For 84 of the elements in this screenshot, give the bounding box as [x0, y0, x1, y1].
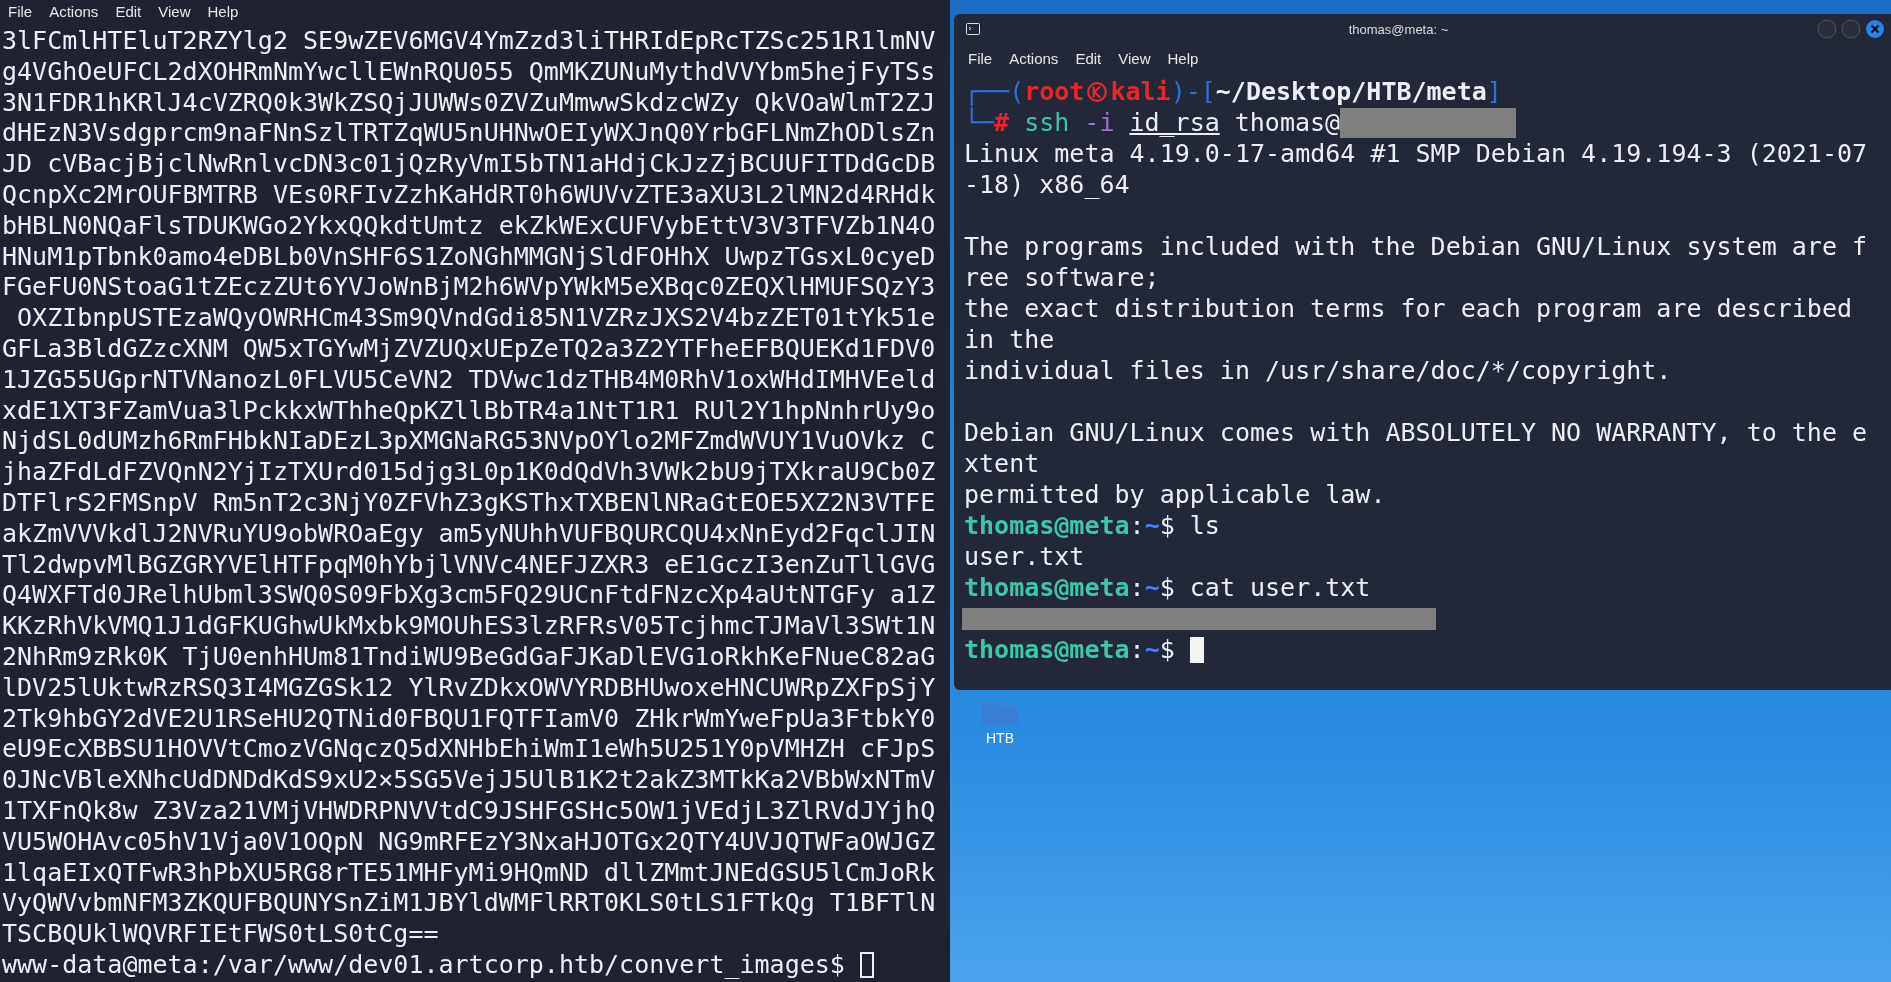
terminal-text: user.txt [964, 541, 1085, 572]
terminal-line: 3N1FDR1hKRlJ4cVZRQ0k3WkZSQjJUWWs0ZVZuMmwwSkdzcWZy QkVOaWlmT2ZJ [2, 87, 937, 119]
terminal-text: xtent [964, 448, 1040, 479]
terminal-text: the exact distribution terms for each program are described [964, 293, 1853, 324]
text-cursor [1189, 636, 1204, 663]
terminal-line: VU5WOHAvc05hV1Vja0V1OQpN NG9mRFEzY3NxaHJOTGx2QTY4UVJQTWFaOWJGZ [2, 826, 937, 858]
terminal-text: The programs included with the Debian GNU/Linux system are f [964, 231, 1868, 262]
terminal-icon [966, 23, 980, 35]
menu-item[interactable]: Edit [115, 2, 142, 20]
terminal-line: OXZIbnpUSTEzaWQyOWRHCm43Sm9QVndGdi85N1VZRzJXS2V4bzZET01tYk51e [16, 303, 937, 334]
terminal-line: HNuM1pTbnk0amo4eDBLb0VnSHF6S1ZoNGhMMGNjSldFOHhX UwpzTGsxL0cyeD [2, 241, 937, 273]
terminal-line: akZmVVVkdlJ2NVRuYU9obWROaEgy am5yNUhhVUFBQURCQU4xNnEyd2FqclJIN [2, 518, 937, 550]
terminal-text: -18) x86_64 [964, 169, 1130, 200]
terminal-line: 0JNcVBleXNhcUdDNDdKdS9xU2×5SG5VejJ5UlB1K2t2akZ3MTkKa2VBbWxNTmV [2, 765, 937, 796]
terminal-text: ree software; [964, 262, 1160, 293]
terminal-text: Debian GNU/Linux comes with ABSOLUTELY NO WARRANTY, to the e [964, 417, 1868, 448]
root-prompt-sign: # [994, 108, 1010, 138]
terminal-text: $ cat user.txt [1159, 572, 1371, 603]
terminal-line: Tl2dwpvMlBGZGRYVElHTFpqM0hYbjlVNVc4NEFJZXR3 eE1GczI3enZuTllGVG [2, 549, 937, 581]
command-argument: id_rsa [1129, 107, 1220, 138]
terminal-text: : [1129, 510, 1145, 541]
close-button[interactable] [1865, 19, 1885, 39]
prompt-host: kali [1110, 76, 1171, 107]
prompt-frame: ] [1486, 76, 1502, 107]
terminal-line: bHBLN0NQaFlsTDUKWGo2YkxQQkdtUmtz ekZkWExCUFVybEttV3V3TFVZb1N4O [2, 210, 937, 242]
menu-item[interactable]: Help [207, 2, 239, 20]
terminal-line: JD cVBacjBjclNwRnlvcDN3c01jQzRyVmI5bTN1aHdjCkJzZjBCUUFITDdGcDB [2, 149, 937, 180]
terminal-line: TSCBQUklWQVRFIEtFWS0tLS0tCg== [2, 919, 440, 950]
command-name: ssh [1024, 107, 1070, 138]
prompt-user: thomas@meta [964, 572, 1130, 603]
prompt-user: thomas@meta [964, 510, 1130, 541]
terminal-text: individual files in /usr/share/doc/*/copyright. [964, 355, 1672, 386]
terminal-line: FGeFU0NStoaG1tZEczZUt6YVJoWnBjM2h6WVpYWkM5eXBqc0ZEQXlHMUFSQzY3 [2, 272, 937, 304]
terminal-line: 2NhRm9zRk0K TjU0enhHUm81TndiWU9BeGdGaFJKaDlEVG1oRkhKeFNueC82aG [2, 641, 937, 673]
terminal-line: lDV25lUktwRzRSQ3I4MGZGSk12 YlRvZDkxOWVYRDBHUwoxeHNCUWRpZXFpSjY [2, 672, 937, 704]
prompt-path: ~ [1144, 572, 1160, 603]
terminal-line: dHEzN3Vsdgprcm9naFNnSzlTRTZqWU5nUHNwOEIyWXJnQ0YrbGFLNmZhODlsZn [2, 118, 937, 150]
prompt-path: ~ [1144, 634, 1160, 665]
terminal-line: 1JZG55UGprNTVNanozL0FLVU5CeVN2 TDVwc1dzTHB4M0RhV1oxWHdIMHVEeld [2, 364, 937, 396]
minimize-button[interactable] [1817, 19, 1837, 39]
terminal-line: 1lqaEIxQTFwR3hPbXU5RG8rTE51MHFyMi9HQmND dllZMmtJNEdGSU5lCmJoRk [2, 857, 937, 889]
terminal-text: Linux meta 4.19.0-17-amd64 #1 SMP Debian 4.19.194-3 (2021-07 [964, 138, 1868, 169]
terminal-text: $ ls [1159, 510, 1220, 541]
menu-item[interactable]: View [1118, 49, 1151, 67]
prompt-user: thomas@meta [964, 634, 1130, 665]
terminal-line: jhaZFdLdFZVQnN2YjIzTXUrd015djg3L0p1K0dQdVh3VWk2bU9jTXkraU9Cb0Z [2, 457, 937, 488]
terminal-text: in the [964, 324, 1055, 355]
text-cursor [859, 952, 874, 979]
menu-item[interactable]: Edit [1075, 49, 1102, 67]
prompt-host: root [1024, 76, 1085, 107]
terminal-text: : [1129, 572, 1145, 603]
terminal-line: VyQWVvbmNFM3ZKQUFBQUNYSnZiM1JBYldWMFlRRT0KLS0tLS1FTkQg T1BFTlN [2, 888, 937, 920]
terminal-line: xdE1XT3FZamVua3lPckkxWThheQpKZllBbTR4a1NtT1R1 RUl2Y1hpNnhrUy9o [2, 395, 937, 427]
terminal-line: GFLa3BldGZzcXNM QW5xTGYwMjZVZUQxUEpZeTQ2a3Z2YTFheEFBQUEKd1FDV0 [2, 333, 937, 365]
menu-item[interactable]: Actions [1009, 49, 1059, 67]
terminal-line: KKzRhVkVMQ1J1dGFKUGhwUkMxbk9MOUhES3lzRFRsV05TcjhmcTJMaVl3SWt1N [2, 611, 937, 642]
menu-item[interactable]: File [968, 49, 993, 67]
prompt-frame: )-[ [1170, 76, 1216, 107]
terminal-line: 3lFCmlHTEluT2RZYlg2 SE9wZEV6MGV4YmZzd3liTHRIdEpRcTZSc251R1lmNV [2, 26, 937, 57]
shell-prompt: www-data@meta:/var/www/dev01.artcorp.htb/convert_images$ [2, 949, 845, 981]
window-title: thomas@meta: ~ [1347, 21, 1450, 37]
menu-item[interactable]: View [158, 2, 191, 20]
menu-item[interactable]: Help [1167, 49, 1199, 67]
kali-symbol-icon [1086, 80, 1109, 103]
terminal-line: Q4WXFTd0JRelhUbml3SWQ0S09FbXg3cm5FQ29UCnFtdFNzcXp4aUtNTGFy a1Z [2, 580, 937, 612]
terminal-line: 1TXFnQk8w Z3Vza21VMjVHWDRPNVVtdC9JSHFGSHc5OW1jVEdjL3ZlRVdJYjhQ [2, 795, 937, 827]
terminal-text: thomas@ [1234, 107, 1341, 138]
menu-item[interactable]: Actions [49, 2, 99, 20]
prompt-frame: └─ [964, 107, 995, 138]
terminal-line: eU9EcXBBSU1HOVVtCmozVGNqczQ5dXNHbEhiWmI1eWh5U251Y0pVMHZH cFJpS [2, 734, 937, 766]
terminal-line: 2Tk9hbGY2dVE2U1RSeHU2QTNid0FBQU1FQTFIamV0 ZHkrWmYweFpUa3FtbkY0 [2, 703, 937, 735]
terminal-line: DTFlrS2FMSnpV Rm5nT2c3NjY0ZFVhZ3gKSThxTXBENlNRaGtEOE5XZ2N3VTFE [2, 487, 937, 519]
terminal-line: NjdSL0dUMzh6RmFHbkNIaDEzL3pXMGNaRG53NVpOYlo2MFZmdWVUY1VuOVkz C [2, 426, 937, 458]
terminal-text: permitted by applicable law. [964, 479, 1386, 510]
terminal-text: $ [1159, 634, 1175, 665]
prompt-path: ~ [1144, 510, 1160, 541]
prompt-frame: ┌──( [964, 76, 1025, 107]
command-option: -i [1084, 107, 1115, 138]
terminal-line: g4VGhOeUFCL2dXOHRmNmYwcllEWnRQU055 QmMKZUNuMythdVVYbm5hejFyTSs [2, 56, 937, 88]
prompt-directory: ~/Desktop/HTB/meta [1215, 76, 1487, 107]
terminal-text: : [1129, 634, 1145, 665]
menu-item[interactable]: File [8, 2, 33, 20]
desktop-icon-label[interactable]: HTB [986, 730, 1014, 746]
terminal-line: QcnpXc2MrOUFBMTRB VEs0RFIvZzhKaHdRT0h6WUVvZTE3aXU3L2lMN2d4RHdk [2, 180, 937, 211]
